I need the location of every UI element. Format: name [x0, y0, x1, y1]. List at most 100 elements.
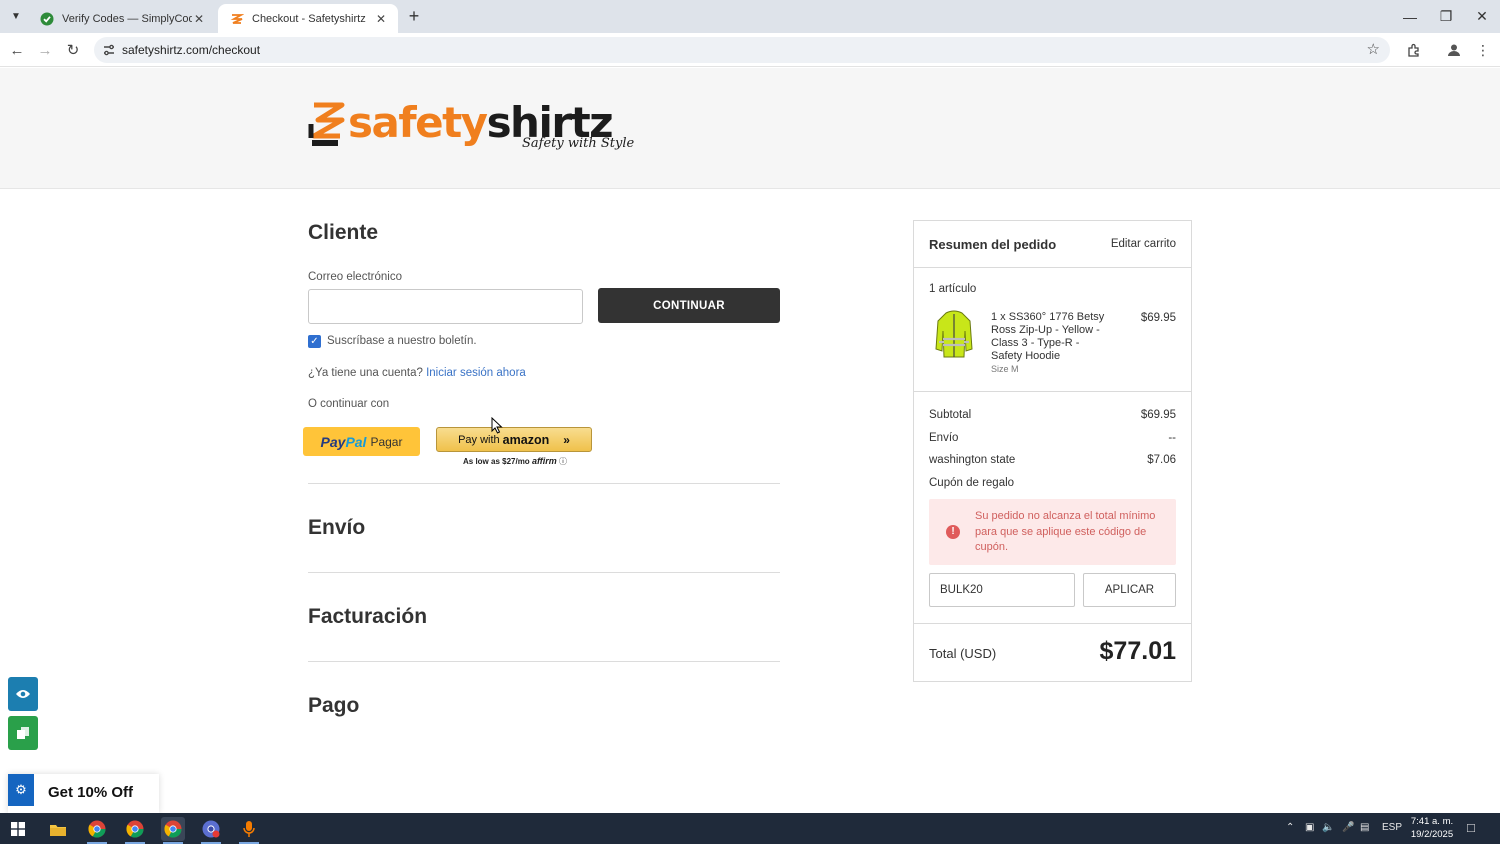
microphone-app-icon[interactable] [237, 817, 261, 841]
tab-verify-codes[interactable]: Verify Codes — SimplyCodes ✕ [28, 4, 216, 33]
subtotal-value: $69.95 [1140, 409, 1176, 421]
site-header: safetyshirtz Safety with Style [0, 68, 1500, 189]
url-text: safetyshirtz.com/checkout [122, 43, 261, 57]
language-indicator[interactable]: ESP [1382, 822, 1402, 833]
microphone-icon[interactable]: 🎤 [1342, 822, 1354, 833]
network-icon[interactable]: ▤ [1360, 822, 1369, 833]
file-explorer-icon[interactable] [46, 817, 70, 841]
tab-title: Checkout - Safetyshirtz [252, 12, 366, 25]
apply-coupon-button[interactable]: APLICAR [1083, 573, 1176, 607]
tab-search-icon[interactable]: ▼ [6, 6, 26, 26]
tax-label: washington state [929, 454, 1016, 466]
profile-avatar-icon[interactable] [1442, 38, 1466, 62]
paypal-label: Pagar [370, 434, 403, 449]
chrome-icon[interactable] [123, 817, 147, 841]
tab-title: Verify Codes — SimplyCodes [62, 12, 192, 25]
amazon-logo-icon: amazon [502, 432, 550, 447]
mouse-cursor-icon [491, 417, 503, 434]
forward-icon[interactable]: → [33, 38, 57, 62]
notifications-icon[interactable]: □ [1467, 820, 1475, 835]
chrome-canary-icon[interactable] [199, 817, 223, 841]
eye-icon [16, 690, 30, 698]
menu-kebab-icon[interactable]: ⋮ [1471, 38, 1495, 62]
restore-icon[interactable]: ❐ [1428, 0, 1464, 33]
discount-promo-widget[interactable]: ⚙ Get 10% Off [8, 774, 159, 813]
affirm-logo-icon: affirm [531, 456, 557, 466]
amazon-pay-button[interactable]: Pay with amazon » [436, 427, 592, 452]
tax-value: $7.06 [1147, 454, 1176, 466]
accessibility-eye-button[interactable] [8, 677, 38, 711]
product-option: Size M [991, 364, 1019, 374]
meet-now-icon[interactable]: ▣ [1305, 822, 1314, 833]
summary-divider [914, 623, 1191, 624]
order-summary: Resumen del pedido Editar carrito 1 artí… [913, 220, 1192, 682]
address-bar[interactable]: safetyshirtz.com/checkout ☆ [94, 37, 1390, 63]
section-divider [308, 483, 780, 484]
tab-close-icon[interactable]: ✕ [192, 12, 206, 26]
affirm-note[interactable]: As low as $27/mo affirm ⓘ [463, 456, 567, 467]
section-divider [308, 661, 780, 662]
email-label: Correo electrónico [308, 271, 402, 283]
safetyshirtz-logo[interactable]: safetyshirtz Safety with Style [308, 98, 638, 158]
item-count: 1 artículo [929, 283, 977, 295]
summary-heading: Resumen del pedido [929, 237, 1057, 252]
browser-tab-bar: ▼ Verify Codes — SimplyCodes ✕ Checkout … [0, 0, 1500, 33]
subtotal-label: Subtotal [929, 409, 972, 421]
tab-checkout[interactable]: Checkout - Safetyshirtz ✕ [218, 4, 398, 33]
extensions-icon[interactable] [1401, 38, 1425, 62]
product-name[interactable]: 1 x SS360° 1776 Betsy Ross Zip-Up - Yell… [991, 311, 1116, 363]
chrome-icon[interactable] [85, 817, 109, 841]
promo-label: Get 10% Off [48, 784, 134, 801]
bookmark-star-icon[interactable]: ☆ [1367, 40, 1380, 58]
reload-icon[interactable]: ↻ [61, 38, 85, 62]
shipping-value: -- [1168, 432, 1176, 444]
summary-divider [914, 391, 1191, 392]
new-tab-button[interactable]: + [404, 6, 424, 26]
shipping-label: Envío [929, 432, 959, 444]
paypal-logo-icon: PayPal [320, 433, 367, 450]
chevrons-right-icon: » [563, 432, 570, 447]
close-window-icon[interactable]: ✕ [1464, 0, 1500, 33]
paypal-button[interactable]: PayPal Pagar [303, 427, 420, 456]
taskbar-clock[interactable]: 7:41 a. m. 19/2/2025 [1404, 815, 1460, 841]
customer-heading: Cliente [308, 221, 379, 244]
minimize-icon[interactable]: — [1392, 0, 1428, 33]
signin-link[interactable]: Iniciar sesión ahora [426, 367, 526, 379]
shipping-heading[interactable]: Envío [308, 516, 365, 540]
windows-taskbar: ⌃ ▣ 🔈 🎤 ▤ ESP 7:41 a. m. 19/2/2025 □ [0, 813, 1500, 844]
safetyshirtz-favicon-icon [230, 13, 244, 24]
show-hidden-icons-icon[interactable]: ⌃ [1286, 822, 1294, 833]
payment-heading[interactable]: Pago [308, 694, 359, 718]
copy-icon [17, 727, 29, 739]
summary-divider [914, 267, 1191, 268]
account-prompt: ¿Ya tiene una cuenta? [308, 367, 423, 379]
coupon-link[interactable]: Cupón de regalo [929, 477, 1014, 489]
back-icon[interactable]: ← [5, 38, 29, 62]
windows-start-icon[interactable] [6, 817, 30, 841]
site-info-icon[interactable] [102, 43, 116, 57]
continue-button[interactable]: CONTINUAR [598, 288, 780, 323]
amazon-pay-label: Pay with [458, 433, 500, 446]
coupon-code-input[interactable]: BULK20 [929, 573, 1075, 607]
info-icon[interactable]: ⓘ [559, 457, 567, 466]
logo-tagline: Safety with Style [522, 136, 635, 151]
email-input[interactable] [308, 289, 583, 324]
tab-close-icon[interactable]: ✕ [374, 12, 388, 26]
total-value: $77.01 [1099, 637, 1176, 665]
volume-icon[interactable]: 🔈 [1322, 822, 1334, 833]
gear-icon[interactable]: ⚙ [8, 774, 34, 806]
logo-mark-icon [308, 102, 345, 146]
error-icon: ! [946, 525, 960, 539]
coupon-error-message: Su pedido no alcanza el total mínimo par… [975, 510, 1156, 553]
total-label: Total (USD) [929, 646, 997, 661]
billing-heading[interactable]: Facturación [308, 605, 427, 629]
product-thumbnail[interactable] [934, 309, 974, 361]
newsletter-checkbox[interactable]: ✓ [308, 335, 321, 348]
coupon-error-alert: ! Su pedido no alcanza el total mínimo p… [929, 499, 1176, 565]
edit-cart-link[interactable]: Editar carrito [1111, 238, 1176, 250]
coupon-extension-button[interactable] [8, 716, 38, 750]
chrome-active-icon[interactable] [161, 817, 185, 841]
or-continue-label: O continuar con [308, 398, 390, 410]
section-divider [308, 572, 780, 573]
product-price: $69.95 [1140, 312, 1176, 324]
